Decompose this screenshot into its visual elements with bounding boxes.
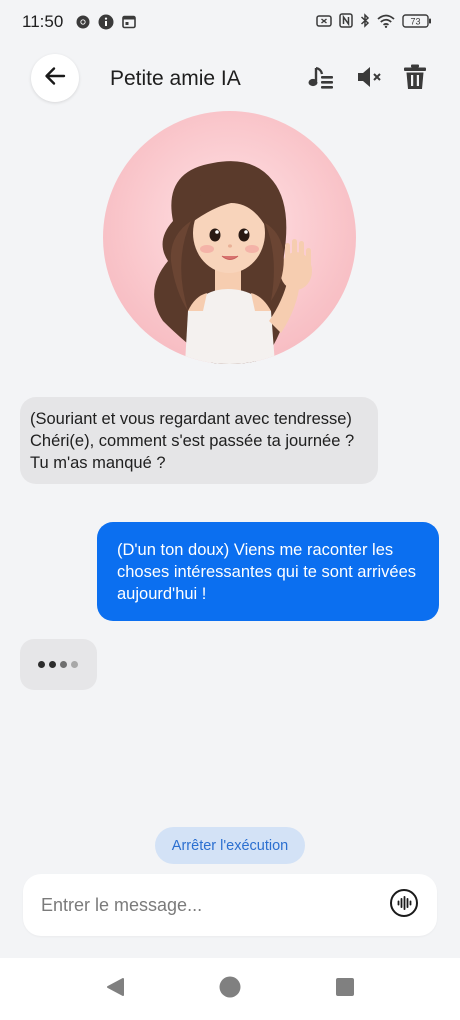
volume-mute-icon — [355, 64, 383, 95]
chrome-icon — [76, 15, 90, 34]
status-left-icons — [76, 14, 136, 35]
back-button[interactable] — [31, 54, 79, 102]
home-circle-icon — [219, 976, 241, 1003]
nav-recents-button[interactable] — [333, 977, 357, 1001]
calendar-icon — [122, 15, 136, 34]
page-title: Petite amie IA — [110, 67, 241, 90]
mute-button[interactable] — [354, 64, 384, 94]
status-time: 11:50 — [22, 12, 64, 31]
status-right-icons: 73 — [316, 13, 432, 33]
back-triangle-icon — [104, 976, 126, 1003]
typing-dot — [38, 661, 45, 668]
nfc-icon — [339, 13, 353, 33]
system-nav-bar — [0, 958, 460, 1020]
battery-level: 73 — [410, 16, 420, 26]
typing-indicator — [20, 639, 97, 690]
status-bar: 11:50 73 — [0, 0, 460, 44]
girl-waving-avatar-icon — [154, 161, 312, 364]
message-input[interactable] — [41, 887, 371, 923]
bluetooth-icon — [360, 13, 370, 33]
message-bubble-received: (Souriant et vous regardant avec tendres… — [20, 397, 378, 484]
app-bar: Petite amie IA — [0, 52, 460, 106]
message-input-bar — [23, 874, 437, 936]
nav-back-button[interactable] — [103, 977, 127, 1001]
typing-dot — [60, 661, 67, 668]
info-icon — [98, 14, 114, 35]
voice-wave-icon — [389, 888, 419, 923]
battery-icon: 73 — [402, 13, 432, 33]
arrow-left-icon — [44, 66, 66, 91]
typing-dot — [71, 661, 78, 668]
music-note-list-icon — [307, 64, 335, 95]
wifi-icon — [377, 14, 395, 33]
avatar — [103, 111, 356, 364]
recents-square-icon — [334, 976, 356, 1003]
message-bubble-sent: (D'un ton doux) Viens me raconter les ch… — [97, 522, 439, 621]
music-list-button[interactable] — [306, 64, 336, 94]
delete-button[interactable] — [400, 64, 430, 94]
typing-dot — [49, 661, 56, 668]
screen-icon — [316, 14, 332, 32]
nav-home-button[interactable] — [218, 976, 242, 1003]
stop-execution-button[interactable]: Arrêter l'exécution — [155, 827, 305, 864]
voice-input-button[interactable] — [389, 888, 419, 923]
trash-icon — [402, 63, 428, 96]
